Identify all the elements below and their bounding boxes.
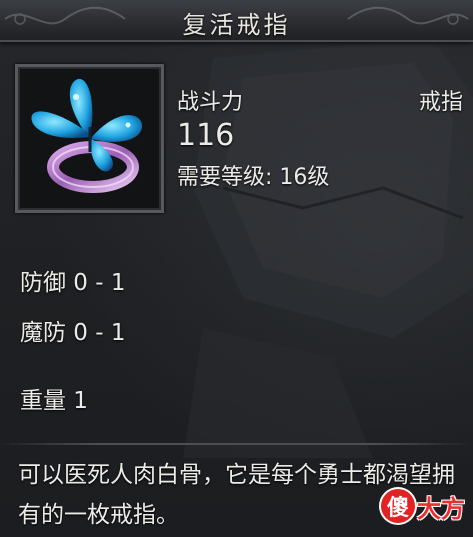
combat-power-value: 116 [177,118,235,153]
watermark: 傻 大方 [381,487,465,525]
watermark-badge: 傻 [381,489,415,523]
item-icon-frame [15,64,164,213]
magic-defense-stat: 魔防 0 - 1 [20,320,126,346]
item-tooltip-panel: 复活戒指 战斗力 戒指 116 需要等级: 16级 防御 0 - 1 魔防 0 … [0,0,473,537]
divider [0,443,473,445]
title-bar: 复活戒指 [0,0,473,42]
weight-stat: 重量 1 [20,388,88,414]
combat-power-label: 战斗力 [177,90,244,115]
item-type: 戒指 [418,90,463,115]
defense-stat: 防御 0 - 1 [20,270,126,296]
butterfly-ring-icon [31,78,143,193]
item-title: 复活戒指 [182,11,291,39]
watermark-text: 大方 [417,494,465,523]
required-level: 需要等级: 16级 [177,165,330,190]
